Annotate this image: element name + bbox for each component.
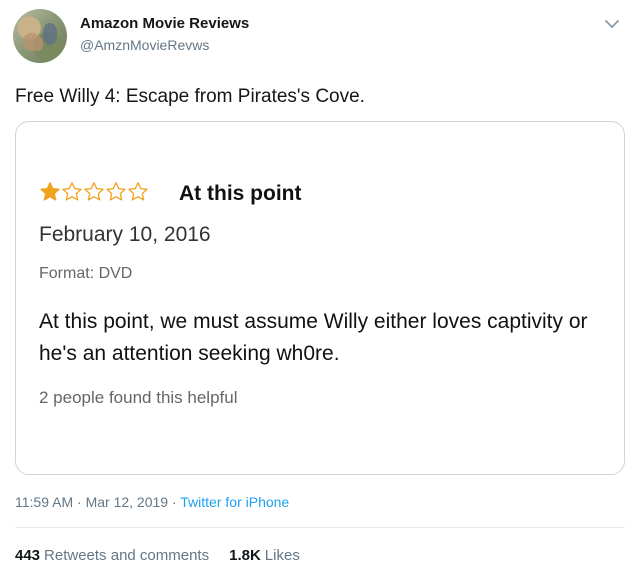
likes-count: 1.8K — [229, 547, 261, 564]
review-body: At this point, we must assume Willy eith… — [39, 310, 588, 365]
tweet-text: Free Willy 4: Escape from Pirates's Cove… — [15, 86, 365, 107]
chevron-down-icon[interactable] — [602, 14, 622, 34]
user-handle[interactable]: @AmznMovieRevws — [80, 37, 209, 53]
likes-stat[interactable]: 1.8K Likes — [229, 547, 300, 564]
star-empty-icon — [84, 182, 104, 201]
tweet-date[interactable]: Mar 12, 2019 — [86, 494, 169, 510]
avatar-shape — [43, 23, 57, 45]
star-filled-icon — [40, 182, 60, 201]
review-format: Format: DVD — [39, 265, 133, 282]
tweet-time[interactable]: 11:59 AM — [15, 494, 73, 510]
tweet-meta: 11:59 AM · Mar 12, 2019 · Twitter for iP… — [15, 494, 289, 510]
avatar-shape — [23, 33, 43, 51]
meta-separator: · — [171, 494, 177, 510]
tweet-stats: 443 Retweets and comments 1.8K Likes — [15, 547, 300, 564]
star-empty-icon — [106, 182, 126, 201]
retweets-label: Retweets and comments — [44, 547, 210, 564]
retweets-stat[interactable]: 443 Retweets and comments — [15, 547, 209, 564]
review-date: February 10, 2016 — [39, 223, 211, 246]
likes-label: Likes — [264, 547, 300, 564]
tweet-source-link[interactable]: Twitter for iPhone — [180, 494, 289, 510]
divider — [15, 527, 625, 528]
star-empty-icon — [128, 182, 148, 201]
review-helpful-count: 2 people found this helpful — [39, 388, 238, 407]
star-rating — [39, 181, 149, 203]
display-name[interactable]: Amazon Movie Reviews — [80, 15, 249, 32]
star-empty-icon — [62, 182, 82, 201]
retweets-count: 443 — [15, 547, 41, 564]
tweet: Amazon Movie Reviews @AmznMovieRevws Fre… — [0, 0, 640, 580]
review-card[interactable]: At this point February 10, 2016 Format: … — [15, 121, 625, 475]
meta-separator: · — [77, 494, 82, 510]
avatar[interactable] — [13, 9, 67, 63]
review-title: At this point — [179, 182, 302, 205]
